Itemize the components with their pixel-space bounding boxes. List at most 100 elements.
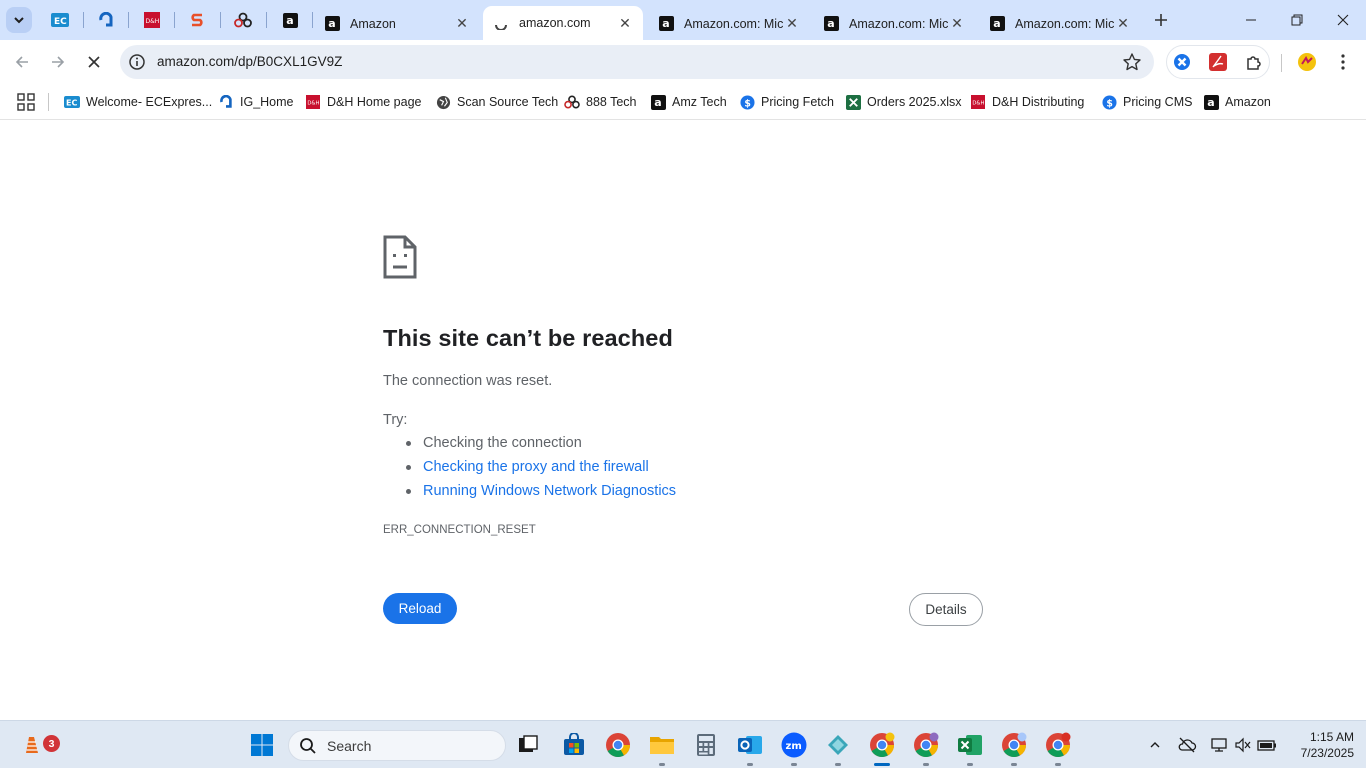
new-tab-button[interactable]	[1149, 8, 1173, 32]
bookmark-pricing-cms[interactable]: $ Pricing CMS	[1101, 91, 1192, 113]
profile-avatar[interactable]	[1294, 49, 1320, 75]
error-code: ERR_CONNECTION_RESET	[383, 524, 536, 536]
network-tray[interactable]	[1208, 734, 1230, 756]
close-icon[interactable]: ✕	[949, 15, 965, 32]
ec-icon: EC	[51, 13, 69, 27]
chrome-icon	[870, 732, 895, 758]
chrome-profile-4-app[interactable]	[1042, 729, 1074, 766]
tab-search-button[interactable]	[6, 7, 32, 33]
chrome-profile-3-app[interactable]	[998, 729, 1030, 766]
reload-button[interactable]: Reload	[383, 593, 457, 624]
dh-icon: D&H	[144, 12, 160, 28]
pinned-tab-s[interactable]	[182, 7, 212, 33]
details-button[interactable]: Details	[909, 593, 983, 626]
bookmark-888-tech[interactable]: 888 Tech	[564, 91, 637, 113]
outlook-app[interactable]	[734, 729, 766, 766]
task-view-button[interactable]	[512, 729, 544, 761]
chevron-down-icon	[14, 17, 24, 24]
microsoft-store-app[interactable]	[558, 729, 590, 761]
pinned-tab-888[interactable]	[228, 7, 258, 33]
pinned-tab-ig[interactable]	[91, 7, 121, 33]
tab-title: Amazon	[350, 16, 396, 31]
extensions-button[interactable]	[1241, 49, 1267, 75]
minimize-button[interactable]	[1228, 0, 1274, 40]
bookmark-pricing-fetch[interactable]: $ Pricing Fetch	[739, 91, 834, 113]
ig-icon	[99, 12, 113, 27]
svg-text:$: $	[744, 98, 751, 109]
tab-amazon-com-active[interactable]: amazon.com ✕	[483, 6, 643, 40]
bookmark-label: D&H Home page	[327, 95, 422, 109]
bookmark-dh-home[interactable]: D&H D&H Home page	[305, 91, 422, 113]
amazon-icon: a	[282, 12, 298, 28]
vpn-app[interactable]	[822, 729, 854, 766]
s-icon	[191, 13, 203, 27]
running-indicator	[923, 763, 929, 766]
folder-icon	[650, 737, 674, 754]
excel-app[interactable]	[954, 729, 986, 766]
bookmark-amz-tech[interactable]: a Amz Tech	[650, 91, 727, 113]
close-icon[interactable]: ✕	[454, 15, 470, 32]
onedrive-tray[interactable]	[1176, 734, 1198, 756]
amazon-icon: a	[650, 94, 666, 110]
zoom-app[interactable]: zm	[778, 729, 810, 766]
file-explorer-app[interactable]	[646, 729, 678, 766]
volume-tray[interactable]	[1232, 734, 1254, 756]
close-window-button[interactable]	[1320, 0, 1366, 40]
avatar-icon	[1298, 53, 1316, 71]
calculator-app[interactable]	[690, 729, 722, 761]
tab-amazon[interactable]: a Amazon ✕	[314, 7, 480, 40]
close-icon[interactable]: ✕	[1115, 15, 1131, 32]
address-bar[interactable]: amazon.com/dp/B0CXL1GV9Z	[120, 45, 1154, 79]
bookmark-label: Amazon	[1225, 95, 1271, 109]
excel-icon	[958, 735, 982, 755]
search-placeholder: Search	[327, 737, 372, 754]
dollar-icon: $	[1101, 94, 1117, 110]
bookmark-scan-source[interactable]: Scan Source Tech	[435, 91, 558, 113]
chrome-icon	[1046, 732, 1071, 758]
close-icon[interactable]: ✕	[784, 15, 800, 32]
clock[interactable]: 1:15 AM 7/23/2025	[1284, 729, 1354, 761]
widgets-icon	[26, 737, 38, 753]
bookmarks-bar: EC Welcome- ECExpres... IG_Home D&H D&H …	[0, 84, 1366, 120]
bookmark-amazon[interactable]: a Amazon	[1203, 91, 1271, 113]
star-icon[interactable]	[1122, 52, 1142, 72]
widgets-button[interactable]: 3	[16, 729, 60, 761]
bookmark-ecexpress[interactable]: EC Welcome- ECExpres...	[64, 91, 212, 113]
suggestion-network-diagnostics-link[interactable]: Running Windows Network Diagnostics	[405, 482, 676, 506]
running-indicator	[835, 763, 841, 766]
info-icon[interactable]	[128, 53, 146, 71]
close-icon[interactable]: ✕	[617, 15, 633, 31]
bookmark-dh-distributing[interactable]: D&H D&H Distributing	[970, 91, 1084, 113]
clock-time: 1:15 AM	[1309, 730, 1354, 744]
pinned-tab-amazon[interactable]: a	[275, 7, 305, 33]
tab-amazon-product-2[interactable]: a Amazon.com: Mic ✕	[813, 7, 975, 40]
start-button[interactable]	[246, 729, 278, 761]
store-icon	[564, 733, 584, 755]
chrome-app[interactable]	[602, 729, 634, 761]
chrome-profile-1-app[interactable]	[866, 729, 898, 766]
zoom-icon: zm	[781, 732, 807, 758]
show-hidden-icons-button[interactable]	[1144, 734, 1166, 756]
extension-x-button[interactable]	[1169, 49, 1195, 75]
extension-pdf-button[interactable]	[1205, 49, 1231, 75]
chrome-icon	[914, 732, 939, 758]
battery-icon	[1257, 740, 1276, 751]
888-icon	[234, 12, 252, 28]
forward-button[interactable]	[44, 48, 72, 76]
bookmark-orders-xlsx[interactable]: Orders 2025.xlsx	[845, 91, 961, 113]
pinned-tab-ec[interactable]: EC	[45, 7, 75, 33]
back-button[interactable]	[8, 48, 36, 76]
restore-button[interactable]	[1274, 0, 1320, 40]
stop-button[interactable]	[80, 48, 108, 76]
pinned-tab-dh[interactable]: D&H	[137, 7, 167, 33]
tab-amazon-product-3[interactable]: a Amazon.com: Mic ✕	[979, 7, 1141, 40]
running-indicator	[1011, 763, 1017, 766]
suggestion-proxy-firewall-link[interactable]: Checking the proxy and the firewall	[405, 458, 676, 482]
apps-grid-icon[interactable]	[16, 92, 36, 112]
tab-amazon-product-1[interactable]: a Amazon.com: Mic ✕	[648, 7, 810, 40]
taskbar-search[interactable]: Search	[288, 730, 506, 761]
menu-button[interactable]	[1330, 49, 1356, 75]
bookmark-ig-home[interactable]: IG_Home	[218, 91, 294, 113]
chrome-profile-2-app[interactable]	[910, 729, 942, 766]
battery-tray[interactable]	[1256, 734, 1278, 756]
